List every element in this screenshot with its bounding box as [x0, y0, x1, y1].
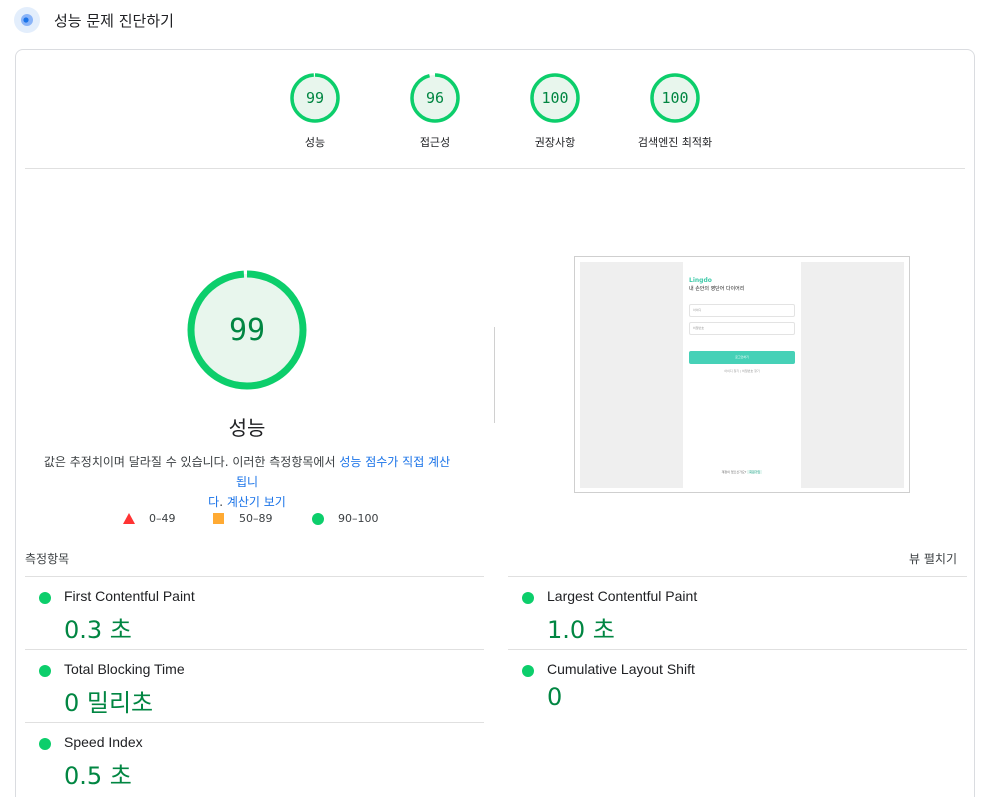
metric-tbt: Total Blocking Time 0 밀리초 [25, 649, 484, 722]
score-gauges: 99 성능 96 접근성 100 권장사항 100 검색엔진 최적화 [16, 72, 974, 154]
metrics-heading: 측정항목 [25, 552, 70, 566]
screenshot-brand: Lingdo [689, 277, 712, 284]
legend-average: 50–89 [213, 512, 273, 525]
metric-fcp: First Contentful Paint 0.3 초 [25, 576, 484, 649]
description-separator: . [219, 495, 227, 509]
screenshot-page: Lingdo 내 손안의 영단어 다이어리 아이디 비밀번호 로그인하기 아이디… [683, 262, 801, 488]
gauge-ring-icon: 100 [530, 73, 580, 123]
final-screenshot[interactable]: Lingdo 내 손안의 영단어 다이어리 아이디 비밀번호 로그인하기 아이디… [574, 256, 910, 493]
pass-circle-icon [39, 665, 51, 677]
report-card: 99 성능 96 접근성 100 권장사항 100 검색엔진 최적화 99 성능… [15, 49, 975, 797]
gauge-score: 100 [661, 89, 688, 107]
description-text: 값은 추정치이며 달라질 수 있습니다. 이러한 측정항목에서 [43, 455, 340, 469]
legend-pass: 90–100 [312, 512, 379, 525]
performance-description: 값은 추정치이며 달라질 수 있습니다. 이러한 측정항목에서 성능 점수가 직… [42, 452, 452, 512]
metric-si: Speed Index 0.5 초 [25, 722, 484, 795]
calculator-link[interactable]: 계산기 보기 [227, 495, 286, 509]
legend-fail: 0–49 [123, 512, 176, 525]
metric-name: Cumulative Layout Shift [547, 661, 695, 677]
expand-view-button[interactable]: 뷰 펼치기 [909, 550, 957, 567]
performance-gauge-large: 99 [185, 268, 309, 396]
gauge-ring-icon: 96 [410, 73, 460, 123]
metric-value: 0.5 초 [64, 762, 132, 790]
metric-name: Speed Index [64, 734, 143, 750]
gauge-ring-icon: 99 [187, 270, 307, 390]
pass-circle-icon [39, 592, 51, 604]
gauge-label: 권장사항 [534, 136, 576, 149]
screenshot-id-field: 아이디 [689, 304, 795, 317]
triangle-icon [123, 513, 135, 524]
gauge-ring-icon: 99 [290, 73, 340, 123]
screenshot-signup: 회원가입 [747, 470, 763, 474]
pass-circle-icon [522, 665, 534, 677]
performance-score: 99 [229, 313, 265, 348]
legend-range: 0–49 [149, 512, 176, 525]
gauge-score: 96 [426, 89, 444, 107]
screenshot-footer: 계정이 없으신가요? 회원가입 [683, 470, 801, 474]
pass-circle-icon [522, 592, 534, 604]
metric-name: Largest Contentful Paint [547, 588, 698, 604]
metric-value: 1.0 초 [547, 616, 615, 644]
metric-value: 0 [547, 683, 563, 711]
screenshot-canvas: Lingdo 내 손안의 영단어 다이어리 아이디 비밀번호 로그인하기 아이디… [580, 262, 904, 488]
metric-name: Total Blocking Time [64, 661, 185, 677]
legend-range: 50–89 [239, 512, 273, 525]
page-header: 성능 문제 진단하기 [14, 6, 174, 34]
gauge-best-practices[interactable]: 100 권장사항 [495, 72, 615, 150]
screenshot-footer-text: 계정이 없으신가요? [721, 470, 747, 474]
pass-circle-icon [39, 738, 51, 750]
gauge-ring-icon: 100 [650, 73, 700, 123]
gauge-accessibility[interactable]: 96 접근성 [375, 72, 495, 150]
performance-title: 성능 [228, 416, 266, 440]
gauge-label: 성능 [304, 136, 326, 149]
gauge-label: 접근성 [419, 136, 451, 149]
gauge-score: 100 [541, 89, 568, 107]
square-icon [213, 513, 224, 524]
circle-icon [312, 512, 324, 525]
metric-name: First Contentful Paint [64, 588, 195, 604]
gauge-score: 99 [306, 89, 324, 107]
screenshot-password-field: 비밀번호 [689, 322, 795, 335]
page-title: 성능 문제 진단하기 [54, 11, 174, 30]
gauge-label: 검색엔진 최적화 [637, 136, 713, 149]
gauge-seo[interactable]: 100 검색엔진 최적화 [615, 72, 735, 150]
metric-lcp: Largest Contentful Paint 1.0 초 [508, 576, 967, 649]
metric-value: 0.3 초 [64, 616, 132, 644]
metric-value: 0 밀리초 [64, 689, 154, 717]
screenshot-heading: 내 손안의 영단어 다이어리 [689, 286, 745, 292]
lighthouse-logo-icon [14, 7, 40, 33]
vertical-divider [494, 327, 495, 423]
divider [25, 168, 965, 169]
screenshot-links: 아이디 찾기 | 비밀번호 찾기 [724, 369, 760, 373]
metric-cls: Cumulative Layout Shift 0 [508, 649, 967, 722]
gauge-performance[interactable]: 99 성능 [255, 72, 375, 150]
screenshot-login-button: 로그인하기 [689, 351, 795, 364]
score-calc-link-cont[interactable]: 다 [208, 495, 219, 509]
legend-range: 90–100 [338, 512, 379, 525]
